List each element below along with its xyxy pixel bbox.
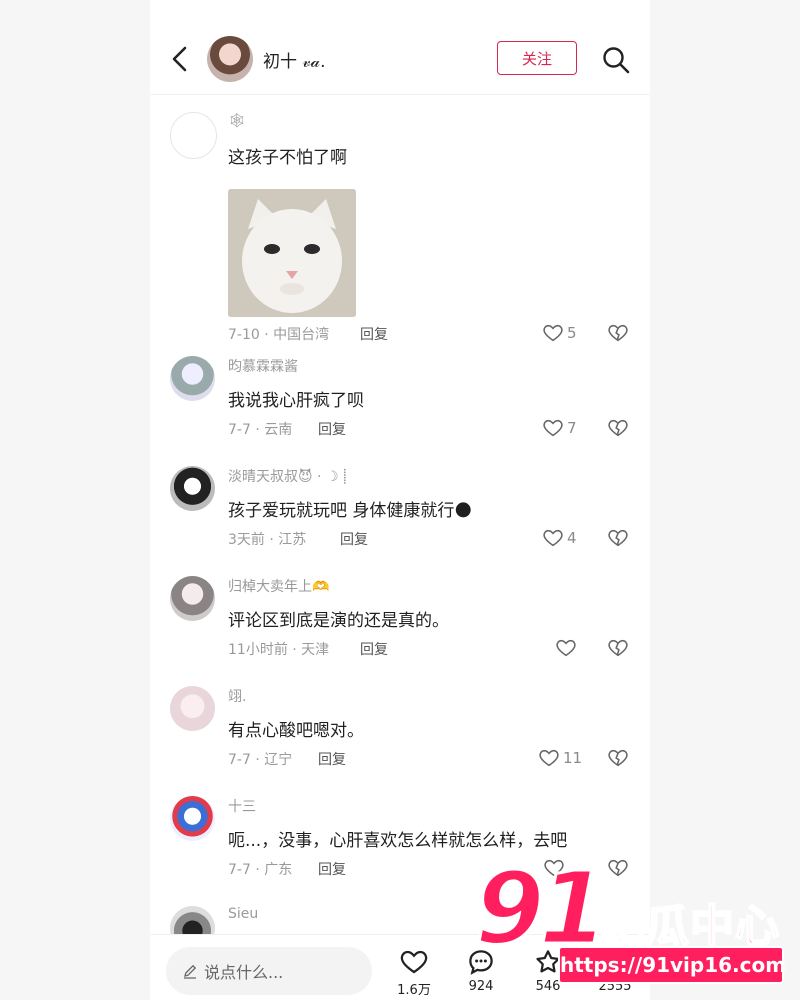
dislike-button[interactable] [607,637,629,659]
commenter-avatar[interactable] [170,796,215,841]
collect-post-button[interactable]: 546 [521,947,575,994]
commenter-avatar[interactable] [170,466,215,511]
broken-heart-icon [608,529,628,547]
comment-meta: 11小时前 · 天津 [228,642,330,658]
follow-button[interactable]: 关注 [497,41,577,75]
heart-icon [543,419,563,437]
comment-text[interactable]: 这孩子不怕了啊 [228,143,347,168]
cat-image [228,189,356,317]
commenter-name[interactable]: 昀慕霖霖酱 [228,356,298,376]
star-icon [536,950,560,973]
top-nav-bar: 初十 𝓋𝒶. 关注 [150,0,650,95]
broken-heart-icon [608,324,628,342]
comment-post-count: 924 [468,979,494,994]
comment-meta: 3天前 · 江苏 [228,532,307,548]
heart-icon [543,529,563,547]
heart-icon [539,749,559,767]
comment-text[interactable]: 孩子爱玩就玩吧 身体健康就行🌑 [228,496,472,521]
commenter-name[interactable]: Sieu [228,906,258,922]
reply-button[interactable]: 回复 [340,529,368,549]
like-count: 11 [563,749,583,767]
comment-text[interactable]: 评论区到底是演的还是真的。 [228,606,449,631]
author-avatar[interactable] [207,36,253,82]
dislike-button[interactable] [607,527,629,549]
commenter-avatar[interactable] [170,356,215,401]
author-name[interactable]: 初十 𝓋𝒶. [263,47,326,72]
commenter-name[interactable]: 归棹大卖年上🫶 [228,576,329,596]
reply-button[interactable]: 回复 [318,419,346,439]
pencil-icon [184,964,197,979]
heart-icon [543,324,563,342]
bottom-action-bar: 说点什么... 1.6万 924 546 2555 [150,934,650,1000]
phone-screen: 初十 𝓋𝒶. 关注 🕸 这孩子不怕了啊 7-10 · 中国台湾 回复 5 昀慕霖… [150,0,650,1000]
reply-button[interactable]: 回复 [318,749,346,769]
like-count: 7 [567,419,577,437]
comment-text[interactable]: 我说我心肝疯了呗 [228,386,364,411]
chat-icon [469,950,493,975]
share-post-button[interactable]: 2555 [588,947,642,994]
dislike-button[interactable] [607,417,629,439]
comment-image-cat[interactable] [228,189,356,317]
heart-icon [556,639,576,657]
back-button[interactable] [168,44,192,74]
search-icon [603,47,630,74]
like-button[interactable]: 11 [538,746,582,770]
reply-button[interactable]: 回复 [360,639,388,659]
collect-post-count: 546 [535,979,561,994]
like-button[interactable] [555,636,580,660]
dislike-button[interactable] [607,747,629,769]
like-button[interactable]: 7 [542,416,577,440]
dislike-button[interactable] [607,857,629,879]
heart-icon [544,859,564,877]
commenter-avatar[interactable] [170,576,215,621]
broken-heart-icon [608,639,628,657]
like-post-count: 1.6万 [397,983,431,998]
commenter-name[interactable]: 翊. [228,686,246,706]
search-button[interactable] [601,45,631,75]
broken-heart-icon [608,749,628,767]
comment-input[interactable]: 说点什么... [166,947,372,995]
back-icon [172,46,187,72]
comment-meta: 7-7 · 云南 [228,422,293,438]
commenter-name[interactable]: 🕸 [228,113,246,129]
heart-icon [400,950,428,974]
like-button[interactable] [543,856,568,880]
like-count: 4 [567,529,577,547]
comment-input-placeholder: 说点什么... [204,963,284,982]
commenter-name[interactable]: 淡晴天叔叔😈 · ☽ ⸽ [228,466,347,486]
share-post-count: 2555 [598,979,632,994]
comment-meta: 7-7 · 辽宁 [228,752,293,768]
commenter-avatar[interactable] [170,686,215,731]
like-button[interactable]: 5 [542,321,577,345]
comment-text[interactable]: 呃...，没事，心肝喜欢怎么样就怎么样，去吧 [228,826,567,851]
comment-meta: 7-7 · 广东 [228,862,293,878]
like-count: 5 [567,324,577,342]
reply-button[interactable]: 回复 [318,859,346,879]
comment-post-button[interactable]: 924 [454,947,508,994]
commenter-name[interactable]: 十三 [228,796,256,816]
like-post-button[interactable]: 1.6万 [387,947,441,998]
comment-text[interactable]: 有点心酸吧嗯对。 [228,716,364,741]
commenter-avatar[interactable] [170,112,217,159]
comment-meta: 7-10 · 中国台湾 [228,327,330,343]
broken-heart-icon [608,419,628,437]
broken-heart-icon [608,859,628,877]
share-icon [602,952,628,972]
like-button[interactable]: 4 [542,526,577,550]
reply-button[interactable]: 回复 [360,324,388,344]
dislike-button[interactable] [607,322,629,344]
